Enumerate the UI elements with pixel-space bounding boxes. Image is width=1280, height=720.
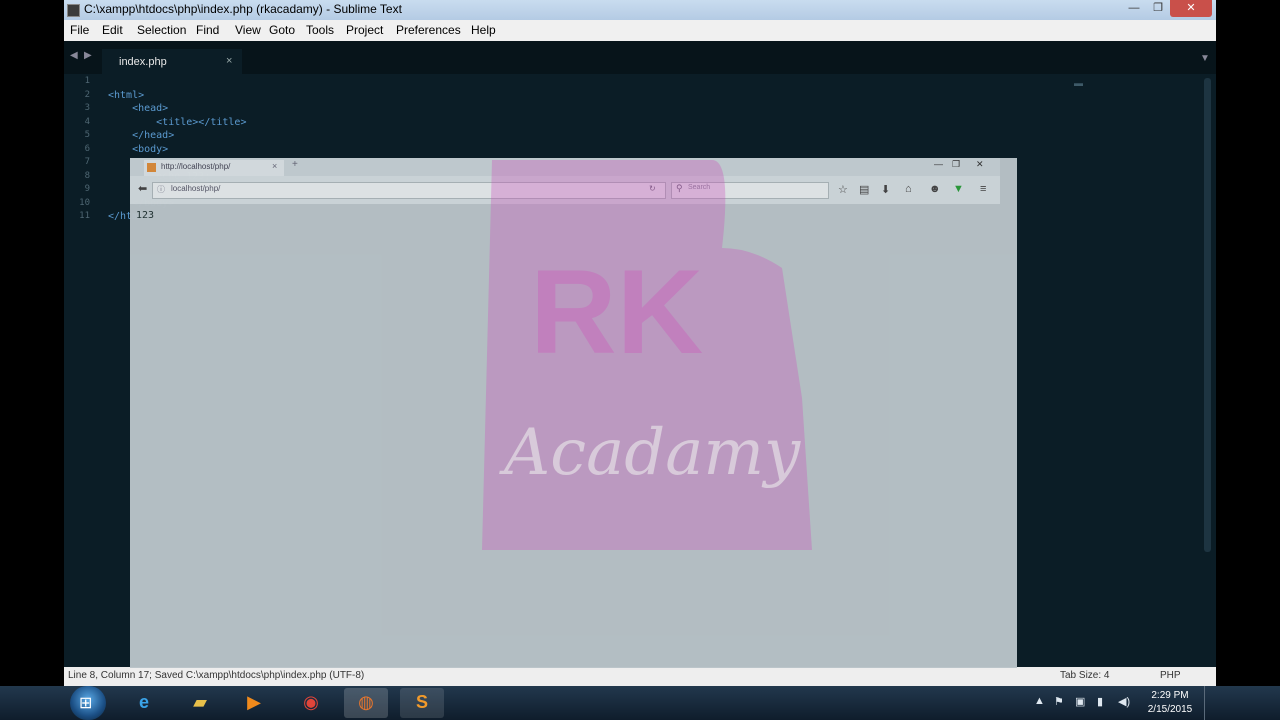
device-icon[interactable]: ▣ bbox=[1075, 695, 1085, 708]
taskbar-sublime-text[interactable]: S bbox=[400, 688, 444, 718]
clock-date: 2/15/2015 bbox=[1147, 704, 1193, 715]
show-hidden-icons-icon[interactable]: ▲ bbox=[1034, 695, 1045, 707]
hamburger-menu-icon[interactable]: ≡ bbox=[980, 183, 986, 195]
vertical-scrollbar[interactable] bbox=[1204, 78, 1211, 552]
reading-list-icon[interactable]: ▤ bbox=[859, 183, 869, 196]
line-number: 10 bbox=[79, 198, 90, 208]
new-tab-icon[interactable]: + bbox=[292, 159, 298, 170]
windows-logo-icon: ⊞ bbox=[79, 695, 93, 712]
code-line: <html> bbox=[108, 90, 145, 101]
folder-icon: ▰ bbox=[193, 692, 207, 712]
status-bar: Line 8, Column 17; Saved C:\xampp\htdocs… bbox=[64, 667, 1216, 686]
menu-help[interactable]: Help bbox=[471, 23, 496, 37]
sublime-text-icon: S bbox=[415, 692, 428, 712]
close-button[interactable]: ✕ bbox=[1170, 0, 1212, 17]
action-center-flag-icon[interactable]: ⚑ bbox=[1054, 695, 1064, 708]
chrome-icon: ◉ bbox=[303, 692, 319, 712]
tab-forward-icon[interactable]: ▶ bbox=[84, 50, 92, 61]
line-number: 11 bbox=[79, 211, 90, 221]
code-line: <body> bbox=[108, 144, 169, 155]
code-line: <title></title> bbox=[108, 117, 247, 128]
browser-close-button[interactable]: ✕ bbox=[976, 159, 984, 170]
volume-icon[interactable]: ◀) bbox=[1118, 695, 1130, 708]
menu-find[interactable]: Find bbox=[196, 23, 219, 37]
line-number: 6 bbox=[84, 144, 90, 154]
menu-project[interactable]: Project bbox=[346, 23, 383, 37]
taskbar: ⊞ e ▰ ▶ ◉ ◍ S ▲ ⚑ ▣ ▮ ◀) 2:29 PM 2/15/20… bbox=[0, 686, 1280, 720]
line-number: 5 bbox=[84, 130, 90, 140]
line-number: 3 bbox=[84, 103, 90, 113]
favicon-icon bbox=[147, 163, 156, 172]
tab-label: index.php bbox=[119, 56, 167, 68]
menu-file[interactable]: File bbox=[70, 23, 89, 37]
line-number: 4 bbox=[84, 117, 90, 127]
watermark-acadamy: Acadamy bbox=[504, 416, 801, 490]
url-text: localhost/php/ bbox=[171, 184, 221, 193]
sublime-app-icon bbox=[67, 4, 80, 17]
menu-bar: File Edit Selection Find View Goto Tools… bbox=[64, 20, 1216, 41]
line-number: 7 bbox=[84, 157, 90, 167]
site-info-icon: ⓘ bbox=[157, 185, 165, 194]
line-number: 9 bbox=[84, 184, 90, 194]
page-output-text: 123 bbox=[136, 210, 155, 221]
browser-tab-title: http://localhost/php/ bbox=[161, 162, 231, 171]
taskbar-chrome[interactable]: ◉ bbox=[289, 688, 333, 718]
download-icon[interactable]: ⬇ bbox=[881, 183, 890, 196]
network-icon[interactable]: ▮ bbox=[1097, 695, 1103, 708]
minimize-button[interactable]: — bbox=[1122, 0, 1146, 17]
title-bar: C:\xampp\htdocs\php\index.php (rkacadamy… bbox=[64, 0, 1216, 20]
window-title: C:\xampp\htdocs\php\index.php (rkacadamy… bbox=[84, 2, 402, 16]
syntax-indicator[interactable]: PHP bbox=[1160, 670, 1181, 681]
menu-preferences[interactable]: Preferences bbox=[396, 23, 461, 37]
line-number: 2 bbox=[84, 90, 90, 100]
menu-tools[interactable]: Tools bbox=[306, 23, 334, 37]
line-gutter: 1 2 3 4 5 6 7 8 9 10 11 bbox=[64, 74, 104, 664]
menu-goto[interactable]: Goto bbox=[269, 23, 295, 37]
menu-selection[interactable]: Selection bbox=[137, 23, 186, 37]
internet-explorer-icon: e bbox=[138, 692, 149, 712]
browser-tab[interactable]: http://localhost/php/ × bbox=[144, 160, 284, 176]
bookmark-star-icon[interactable]: ☆ bbox=[838, 183, 848, 196]
menu-view[interactable]: View bbox=[235, 23, 261, 37]
watermark-rk: RK bbox=[530, 245, 704, 379]
browser-overlay: http://localhost/php/ × + — ❐ ✕ ⬅ ⓘ loca… bbox=[130, 158, 1017, 668]
tab-size-indicator[interactable]: Tab Size: 4 bbox=[1060, 670, 1109, 681]
tab-close-icon[interactable]: × bbox=[226, 55, 232, 67]
tab-back-icon[interactable]: ◀ bbox=[70, 50, 78, 61]
code-line: <head> bbox=[108, 103, 169, 114]
minimap[interactable]: ▬ bbox=[1074, 78, 1083, 88]
line-number: 1 bbox=[84, 76, 90, 86]
maximize-button[interactable]: ❐ bbox=[1146, 0, 1170, 17]
taskbar-internet-explorer[interactable]: e bbox=[122, 688, 166, 718]
tab-bar: index.php × bbox=[64, 41, 1216, 74]
clock[interactable]: 2:29 PM 2/15/2015 bbox=[1144, 689, 1196, 717]
shield-icon[interactable]: ▼ bbox=[953, 183, 964, 195]
menu-edit[interactable]: Edit bbox=[102, 23, 123, 37]
home-icon[interactable]: ⌂ bbox=[905, 183, 912, 195]
tab-dropdown-icon[interactable]: ▼ bbox=[1200, 53, 1210, 64]
back-icon[interactable]: ⬅ bbox=[138, 182, 147, 195]
taskbar-file-explorer[interactable]: ▰ bbox=[178, 688, 222, 718]
clock-time: 2:29 PM bbox=[1151, 690, 1189, 701]
code-line: </head> bbox=[108, 130, 175, 141]
line-number: 8 bbox=[84, 171, 90, 181]
browser-maximize-button[interactable]: ❐ bbox=[952, 159, 960, 170]
show-desktop-button[interactable] bbox=[1204, 686, 1215, 720]
tab-index-php[interactable]: index.php × bbox=[102, 49, 242, 74]
firefox-icon: ◍ bbox=[358, 692, 374, 712]
chat-icon[interactable]: ☻ bbox=[929, 183, 941, 195]
start-button[interactable]: ⊞ bbox=[70, 686, 106, 720]
taskbar-media-player[interactable]: ▶ bbox=[232, 688, 276, 718]
media-player-icon: ▶ bbox=[247, 692, 261, 712]
browser-tab-close-icon[interactable]: × bbox=[272, 161, 277, 171]
status-message: Line 8, Column 17; Saved C:\xampp\htdocs… bbox=[68, 670, 365, 681]
taskbar-firefox[interactable]: ◍ bbox=[344, 688, 388, 718]
browser-minimize-button[interactable]: — bbox=[934, 159, 943, 169]
